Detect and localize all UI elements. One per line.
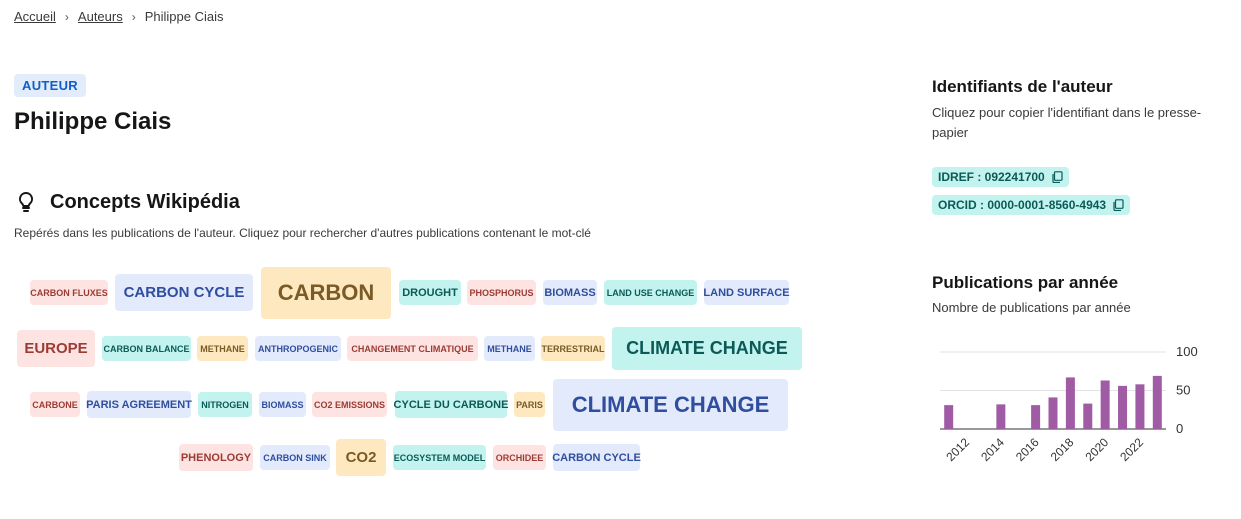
concept-tag[interactable]: europe [17, 330, 95, 367]
chart-bar-2018[interactable] [1065, 377, 1075, 429]
concept-tag[interactable]: biomass [259, 392, 306, 417]
concept-tag[interactable]: land surface [703, 280, 790, 305]
concept-tag[interactable]: methane [197, 336, 248, 361]
chart-bar-2019[interactable] [1083, 403, 1093, 429]
chart-x-tick-label: 2020 [1082, 435, 1111, 464]
breadcrumb: Accueil › Auteurs › Philippe Ciais [14, 9, 224, 24]
chevron-right-icon: › [64, 9, 69, 24]
publications-bar-chart: 0 50 100 2012 2014 2016 2018 2020 2022 [940, 344, 1198, 464]
identifiers-subtitle: Cliquez pour copier l'identifiant dans l… [932, 105, 1202, 140]
chart-y-tick-label: 0 [1176, 421, 1183, 436]
lightbulb-icon [14, 190, 38, 214]
concept-tag[interactable]: carbon sink [260, 445, 330, 470]
author-badge: AUTEUR [14, 74, 86, 97]
concept-tag[interactable]: cycle du carbone [394, 391, 508, 418]
chart-bar-2023[interactable] [1152, 375, 1162, 429]
publications-heading: Publications par année [932, 273, 1119, 292]
concept-tag[interactable]: carbon balance [102, 336, 191, 361]
idref-value: IDREF : 092241700 [938, 170, 1045, 184]
concept-tag[interactable]: anthropogenic [255, 336, 341, 361]
concept-tag[interactable]: carbone [30, 392, 80, 417]
chart-bar-2020[interactable] [1100, 380, 1110, 429]
chart-bar-2016[interactable] [1031, 405, 1041, 429]
concept-tag[interactable]: nitrogen [198, 392, 252, 417]
concept-tag[interactable]: land use change [604, 280, 697, 305]
concept-tag[interactable]: climate change [612, 327, 802, 370]
concept-tag[interactable]: paris agreement [86, 391, 192, 418]
chart-x-tick-label: 2014 [978, 435, 1007, 464]
concept-tag[interactable]: biomass [543, 280, 597, 305]
concepts-title: Concepts Wikipédia [50, 190, 240, 213]
idref-copy-chip[interactable]: IDREF : 092241700 [932, 167, 1069, 187]
concept-tag[interactable]: carbon [261, 267, 391, 319]
concept-tag[interactable]: orchidee [493, 445, 546, 470]
chart-y-tick-label: 50 [1176, 383, 1190, 398]
chart-bar-2014[interactable] [996, 404, 1006, 429]
concept-tag[interactable]: phenology [179, 444, 253, 471]
copy-icon [1051, 171, 1063, 184]
concept-tag[interactable]: co2 emissions [312, 392, 387, 417]
chart-x-tick-label: 2016 [1013, 435, 1042, 464]
concepts-heading: Concepts Wikipédia [14, 190, 240, 214]
author-name: Philippe Ciais [14, 108, 172, 135]
concept-tag[interactable]: carbon cycle [115, 274, 253, 311]
orcid-copy-chip[interactable]: ORCID : 0000-0001-8560-4943 [932, 195, 1131, 215]
concept-tag[interactable]: paris [514, 392, 545, 417]
concept-tag[interactable]: co2 [336, 439, 386, 476]
breadcrumb-current: Philippe Ciais [144, 9, 224, 24]
copy-icon [1112, 199, 1124, 212]
concept-tag[interactable]: changement climatique [347, 336, 478, 361]
concept-tag[interactable]: terrestrial [541, 336, 605, 361]
chevron-right-icon: › [131, 9, 136, 24]
breadcrumb-home-link[interactable]: Accueil [14, 9, 56, 24]
breadcrumb-authors-link[interactable]: Auteurs [78, 9, 123, 24]
publications-subtitle: Nombre de publications par année [932, 300, 1131, 315]
chart-x-tick-label: 2018 [1048, 435, 1077, 464]
concept-tag[interactable]: phosphorus [467, 280, 536, 305]
concept-tag[interactable]: climate change [553, 379, 788, 431]
identifiers-heading: Identifiants de l'auteur [932, 77, 1113, 96]
orcid-value: ORCID : 0000-0001-8560-4943 [938, 198, 1107, 212]
concept-tag[interactable]: drought [399, 280, 461, 305]
chart-x-tick-label: 2012 [943, 435, 972, 464]
concepts-subtitle: Repérés dans les publications de l'auteu… [14, 226, 591, 240]
chart-y-tick-label: 100 [1176, 344, 1198, 359]
chart-x-tick-label: 2022 [1117, 435, 1146, 464]
chart-bar-2021[interactable] [1118, 385, 1128, 429]
chart-bar-2017[interactable] [1048, 397, 1058, 429]
concept-tag[interactable]: methane [484, 336, 535, 361]
concept-tag[interactable]: carbon cycle [552, 444, 641, 471]
concept-tag[interactable]: ecosystem model [393, 445, 486, 470]
chart-bar-2022[interactable] [1135, 384, 1145, 429]
concept-tag[interactable]: carbon fluxes [30, 280, 108, 305]
chart-bar-2011[interactable] [944, 405, 954, 429]
